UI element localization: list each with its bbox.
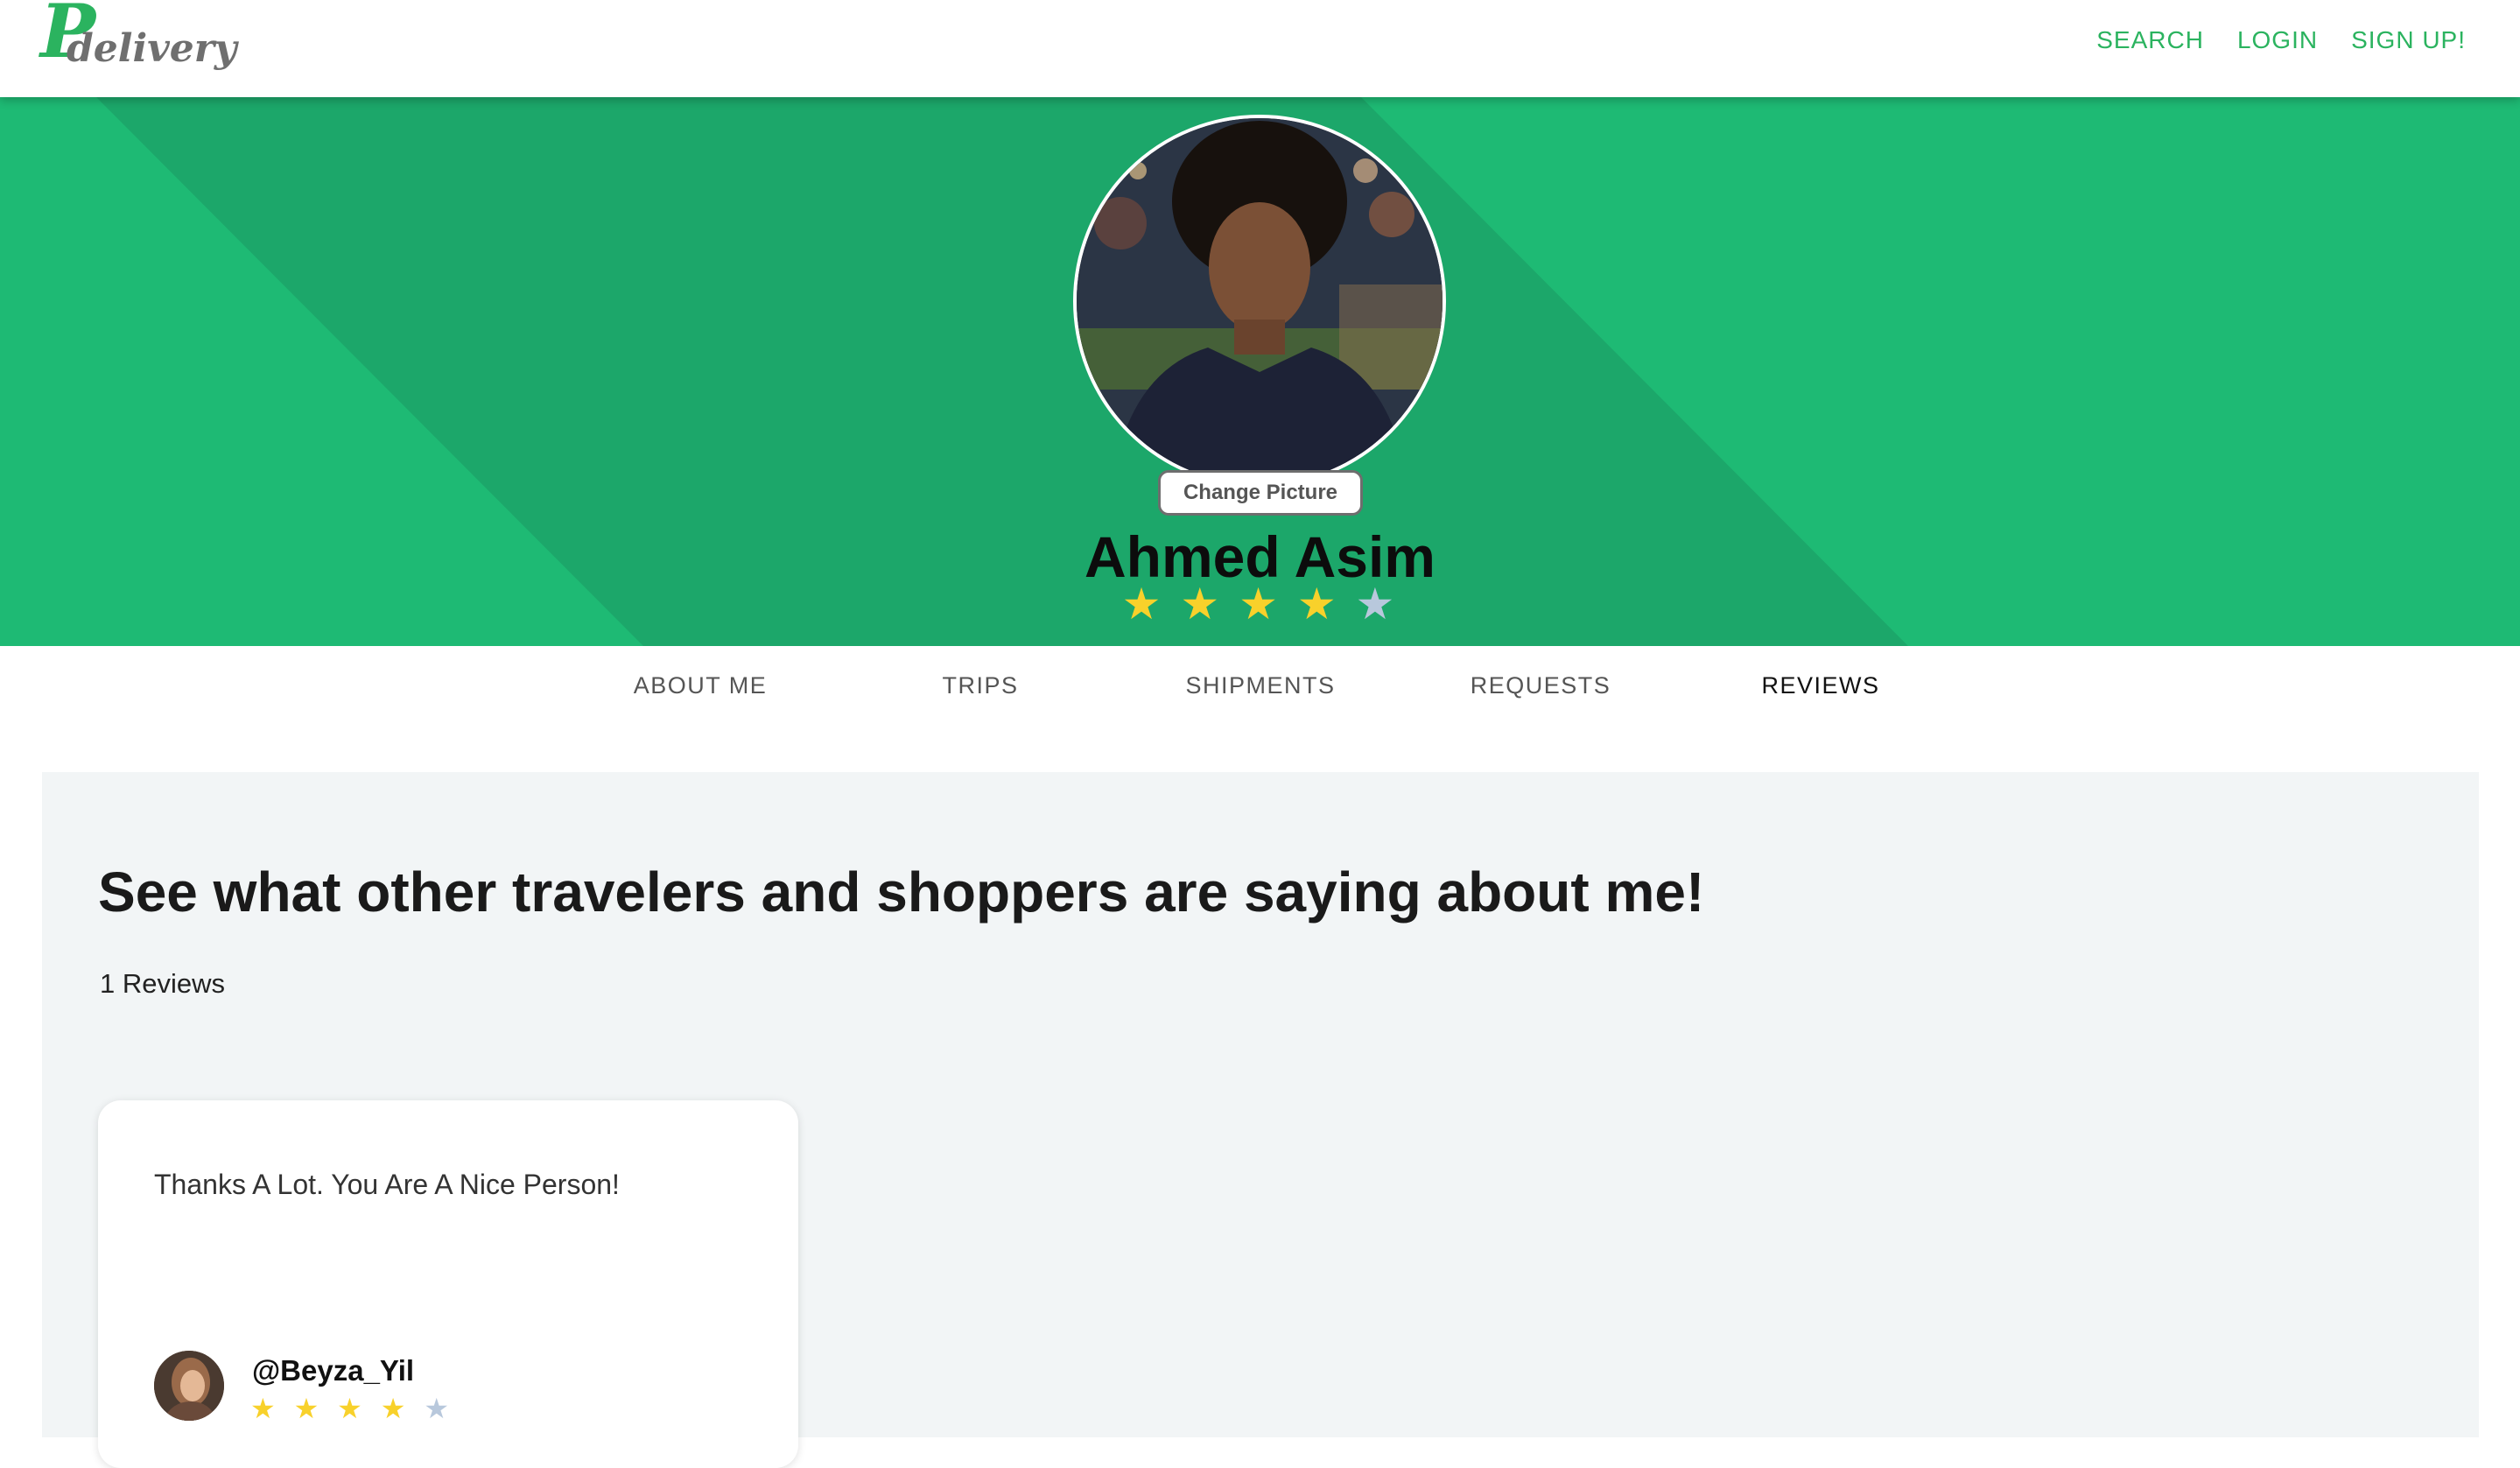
tab-requests[interactable]: REQUESTS	[1471, 672, 1611, 699]
reviews-count: 1 Reviews	[100, 968, 225, 999]
star-icon: ★	[1239, 579, 1281, 629]
profile-avatar	[1073, 115, 1446, 488]
star-icon: ★	[293, 1393, 325, 1424]
star-icon: ★	[1121, 579, 1165, 629]
reviewer-username[interactable]: @Beyza_Yil	[252, 1354, 414, 1387]
tab-trips[interactable]: TRIPS	[942, 672, 1018, 699]
logo-word: delivery	[67, 26, 237, 71]
tab-shipments[interactable]: SHIPMENTS	[1185, 672, 1335, 699]
nav-search-link[interactable]: SEARCH	[2096, 26, 2204, 54]
review-card: Thanks A Lot. You Are A Nice Person! @Be…	[98, 1100, 798, 1468]
review-text: Thanks A Lot. You Are A Nice Person!	[154, 1169, 620, 1200]
star-icon: ★	[1180, 579, 1224, 629]
star-icon: ★	[1296, 579, 1340, 629]
star-icon: ★	[337, 1393, 368, 1424]
tab-about-me[interactable]: ABOUT ME	[634, 672, 768, 699]
reviews-heading: See what other travelers and shoppers ar…	[98, 860, 1705, 924]
star-icon: ★	[380, 1393, 411, 1424]
star-icon: ★	[250, 1393, 281, 1424]
reviews-section: See what other travelers and shoppers ar…	[42, 772, 2479, 1468]
reviewer-avatar[interactable]	[154, 1351, 224, 1421]
reviewer-photo-icon	[154, 1351, 224, 1421]
profile-hero: Change Picture Ahmed Asim ★ ★ ★ ★ ★	[0, 97, 2520, 646]
star-empty-icon: ★	[424, 1393, 454, 1424]
nav-links: SEARCH LOGIN SIGN UP!	[2096, 26, 2466, 54]
nav-signup-link[interactable]: SIGN UP!	[2351, 26, 2466, 54]
profile-rating-stars: ★ ★ ★ ★ ★	[0, 582, 2520, 626]
tab-reviews[interactable]: REVIEWS	[1761, 672, 1879, 699]
profile-photo-icon	[1077, 118, 1443, 484]
nav-login-link[interactable]: LOGIN	[2237, 26, 2318, 54]
reviewer-rating-stars: ★ ★ ★ ★ ★	[250, 1394, 454, 1422]
top-navbar: P delivery SEARCH LOGIN SIGN UP!	[0, 0, 2520, 97]
profile-tabs: ABOUT ME TRIPS SHIPMENTS REQUESTS REVIEW…	[0, 646, 2520, 727]
star-empty-icon: ★	[1355, 579, 1399, 629]
change-picture-button[interactable]: Change Picture	[1158, 470, 1363, 516]
